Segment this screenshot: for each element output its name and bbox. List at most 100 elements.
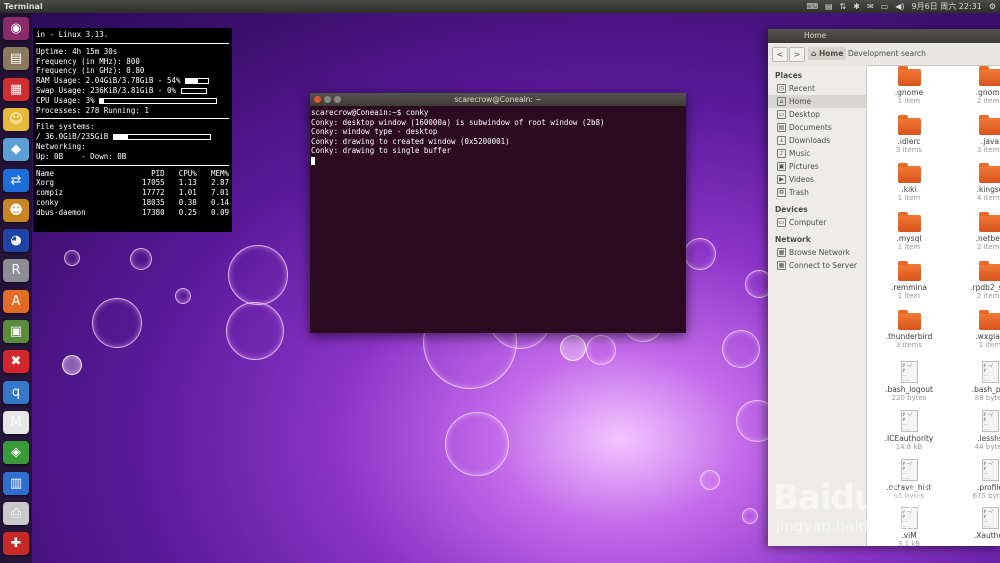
music-icon: ♪	[777, 149, 786, 158]
file-item[interactable]: # ~/# -- --- .ICEauthority 14.8 kB	[877, 409, 941, 452]
file-name: .gnome	[975, 88, 1000, 97]
documents-icon: ▤	[777, 123, 786, 132]
sidebar-item-recent[interactable]: ◷ Recent	[768, 82, 866, 95]
file-item[interactable]: .remmina 1 item	[877, 260, 941, 301]
box-3d-icon[interactable]: ◆	[3, 138, 29, 162]
maximize-icon[interactable]	[334, 96, 341, 103]
file-item[interactable]: .kiki 1 item	[877, 163, 941, 203]
file-item[interactable]: .thunderbird 3 items	[877, 309, 941, 350]
folder-green-icon[interactable]: ▣	[3, 320, 29, 343]
file-item[interactable]: .kingso4 items	[958, 163, 1000, 203]
minimize-icon[interactable]	[324, 96, 331, 103]
clock[interactable]: 9月6日 周六 22:31	[912, 0, 982, 13]
sidebar-item-videos[interactable]: ▶ Videos	[768, 173, 866, 186]
file-name: .mysql	[896, 234, 922, 244]
gmail-icon[interactable]: M	[3, 410, 29, 434]
teamviewer-icon[interactable]: ⇄	[3, 168, 29, 192]
file-item[interactable]: # ~/#-----.lesshs44 bytes	[958, 409, 1000, 452]
software-center-icon[interactable]: A	[3, 289, 29, 313]
fm-toolbar: < > ⌂ Home Development search	[768, 43, 1000, 66]
file-item[interactable]: .netbea2 items	[958, 212, 1000, 252]
file-item[interactable]: .idlerc 3 items	[877, 114, 941, 155]
forward-button[interactable]: >	[789, 47, 805, 62]
terminal-cursor	[311, 156, 315, 165]
file-meta: 1 item	[978, 340, 1000, 349]
sidebar-item-browse-network[interactable]: ▦ Browse Network	[768, 246, 866, 259]
conky-net-up: Up: 0B	[36, 151, 64, 161]
sidebar-item-connect-to-server[interactable]: ▦ Connect to Server	[768, 259, 866, 272]
penguin-icon[interactable]: ☺	[3, 107, 29, 131]
file-meta: 2 items	[976, 97, 1000, 105]
breadcrumb-search[interactable]: search	[898, 47, 929, 60]
battery-icon[interactable]: ▭	[881, 0, 889, 13]
sidebar-item-downloads[interactable]: ↓ Downloads	[768, 134, 866, 147]
fm-titlebar[interactable]: Home	[768, 29, 1000, 43]
gear-icon[interactable]: ⚙	[989, 0, 996, 13]
col-cpu: CPU%	[178, 168, 197, 178]
folder-icon	[897, 309, 921, 330]
sidebar-item-trash[interactable]: ♻ Trash	[768, 186, 866, 199]
terminal-line: Conky: desktop window (160000a) is subwi…	[311, 117, 605, 127]
settings-tools-icon[interactable]: ✖	[3, 350, 29, 374]
terminal-line: Conky: drawing to single buffer	[311, 146, 451, 155]
sidebar-item-pictures[interactable]: ▣ Pictures	[768, 160, 866, 173]
lion-mascot-icon[interactable]: ☻	[3, 198, 29, 222]
sidebar-item-documents[interactable]: ▤ Documents	[768, 121, 866, 134]
connect-to-server-icon: ▦	[777, 261, 786, 270]
sidebar-item-label: Music	[789, 149, 811, 158]
active-window-title: Terminal	[4, 2, 43, 11]
process-row: conky 18035 0.38 0.14	[36, 198, 229, 208]
game-icon[interactable]: ◈	[3, 441, 29, 465]
sidebar-item-home[interactable]: ⌂ Home	[768, 95, 866, 108]
file-item[interactable]: .mysql 1 item	[877, 212, 941, 252]
sidebar-item-computer[interactable]: ▭ Computer	[768, 216, 866, 229]
folder-icon	[978, 212, 1000, 233]
file-item[interactable]: # ~/# -- --- .bash_logout 220 bytes	[877, 361, 941, 403]
file-item[interactable]: .gnome2 items	[958, 66, 1000, 106]
divider	[36, 42, 229, 44]
files-icon[interactable]: ▤	[3, 47, 29, 71]
terminal-titlebar[interactable]: scarecrow@Coneain: ~	[310, 93, 686, 106]
back-button[interactable]: <	[772, 47, 788, 62]
input-method-icon[interactable]: ▤	[825, 0, 833, 13]
desktop-icon: ▭	[777, 110, 786, 119]
red-app-icon[interactable]: ✚	[3, 532, 29, 556]
ubuntu-dash-icon[interactable]: ◉	[3, 17, 29, 40]
conky-monitor: in - Linux 3.13. Uptime: 4h 15m 30s Freq…	[33, 28, 232, 232]
process-cell: 18035	[142, 197, 165, 207]
breadcrumb-home[interactable]: ⌂ Home	[808, 47, 847, 60]
sidebar-item-music[interactable]: ♪ Music	[768, 147, 866, 160]
file-item[interactable]: .rpdb2_set2 items	[958, 260, 1000, 301]
mail-icon[interactable]: ✉	[867, 0, 874, 13]
stack-icon[interactable]: ▥	[3, 471, 29, 495]
sidebar-item-label: Videos	[789, 175, 814, 184]
network-icon[interactable]: ⇅	[840, 0, 847, 13]
qbittorrent-icon[interactable]: q	[3, 380, 29, 404]
windows-grid-icon[interactable]: ▦	[3, 77, 29, 101]
bluetooth-icon[interactable]: ✱	[853, 0, 860, 13]
breadcrumb-development[interactable]: Development	[845, 47, 902, 60]
file-item[interactable]: .gnome 1 item	[877, 66, 941, 106]
process-cell: 0.14	[210, 197, 229, 207]
eye-icon[interactable]: ◕	[3, 229, 29, 253]
r-language-icon[interactable]: R	[3, 259, 29, 283]
sidebar-item-desktop[interactable]: ▭ Desktop	[768, 108, 866, 121]
recent-icon: ◷	[777, 84, 786, 93]
file-item[interactable]: .wxglad1 item	[958, 309, 1000, 350]
text-file-icon: # ~/# -- ---	[900, 409, 918, 432]
file-item[interactable]: # ~/#-----.bash_pro88 bytes	[958, 361, 1000, 403]
file-item[interactable]: .java3 items	[958, 114, 1000, 155]
process-cell: 17772	[142, 188, 165, 198]
close-icon[interactable]	[314, 96, 321, 103]
col-name: Name	[36, 168, 55, 178]
keyboard-icon[interactable]: ⌨	[806, 0, 818, 13]
folder-icon	[897, 163, 921, 184]
printer-icon[interactable]: ⎙	[3, 501, 29, 525]
file-name: .netbea	[975, 234, 1000, 244]
volume-icon[interactable]: ◀)	[895, 0, 904, 13]
top-panel: Terminal ⌨ ▤ ⇅ ✱ ✉ ▭ ◀) 9月6日 周六 22:31 ⚙	[0, 0, 1000, 13]
sidebar-item-label: Pictures	[789, 162, 819, 171]
terminal-window[interactable]: scarecrow@Coneain: ~ scarecrow@Coneain:~…	[310, 93, 686, 333]
file-name: .bash_logout	[885, 385, 933, 395]
terminal-output[interactable]: scarecrow@Coneain:~$ conky Conky: deskto…	[310, 106, 686, 167]
